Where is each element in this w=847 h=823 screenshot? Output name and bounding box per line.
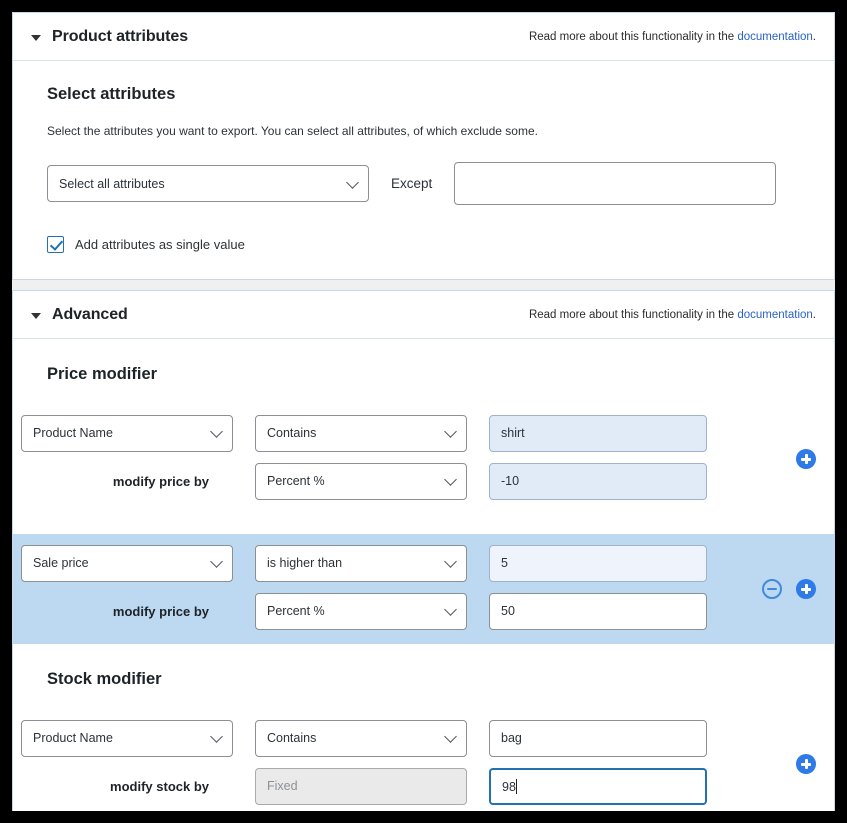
note-prefix: Read more about this functionality in th… xyxy=(528,31,738,43)
row-actions-3 xyxy=(796,754,816,774)
stock-modify-value-text: 98 xyxy=(502,779,516,794)
price-value-input-1[interactable] xyxy=(489,414,707,452)
note-suffix: . xyxy=(812,31,816,43)
modify-line: modify price by Percent % xyxy=(13,592,834,630)
text-cursor xyxy=(515,778,517,794)
checkbox-label: Add attributes as single value xyxy=(75,237,245,252)
page-viewport: Product attributes Read more about this … xyxy=(12,12,835,811)
field-select-wrap: Sale price xyxy=(21,544,233,582)
price-operator-select-1[interactable]: Contains xyxy=(255,414,467,452)
price-modify-type-select-2[interactable]: Percent % xyxy=(255,592,467,630)
modify-value-wrap xyxy=(489,592,707,630)
price-value-input-2[interactable] xyxy=(489,544,707,582)
value-input-wrap xyxy=(489,719,707,757)
panel-advanced: Advanced Read more about this functional… xyxy=(12,290,835,811)
documentation-link[interactable]: documentation xyxy=(737,31,812,43)
modify-value-wrap xyxy=(489,462,707,500)
condition-line: Product Name Contains xyxy=(13,719,834,757)
modify-price-label-1: modify price by xyxy=(112,473,209,489)
panel-header-product-attributes[interactable]: Product attributes Read more about this … xyxy=(13,13,834,61)
modify-stock-label-1: modify stock by xyxy=(110,778,209,794)
note-suffix: . xyxy=(812,309,816,321)
chevron-down-icon[interactable] xyxy=(31,313,41,319)
price-field-select-1[interactable]: Product Name xyxy=(21,414,233,452)
panel-body-advanced: Price modifier Product Name Contains shi… xyxy=(13,339,834,811)
panel-documentation-note: Read more about this functionality in th… xyxy=(529,309,816,321)
stock-value-input-1[interactable] xyxy=(489,719,707,757)
section-heading-price-modifier: Price modifier xyxy=(47,365,158,383)
modify-type-select-wrap: Percent % xyxy=(255,592,467,630)
plus-circle-icon[interactable] xyxy=(796,579,816,599)
note-prefix: Read more about this functionality in th… xyxy=(528,309,738,321)
value-input-wrap xyxy=(489,544,707,582)
stock-field-select-1[interactable]: Product Name xyxy=(21,719,233,757)
stock-operator-select-1[interactable]: Contains xyxy=(255,719,467,757)
panel-header-left: Advanced xyxy=(31,306,128,324)
field-select-wrap: Product Name xyxy=(21,719,233,757)
stock-modify-type-select-1[interactable]: Fixed xyxy=(255,767,467,805)
check-icon[interactable] xyxy=(47,236,64,253)
select-all-attributes-wrap: Select all attributes xyxy=(47,165,369,202)
row-actions-1 xyxy=(796,449,816,469)
price-field-select-2[interactable]: Sale price xyxy=(21,544,233,582)
panel-title: Advanced xyxy=(52,306,128,323)
except-label: Except xyxy=(391,176,433,191)
documentation-link[interactable]: documentation xyxy=(737,309,812,321)
plus-circle-icon[interactable] xyxy=(796,449,816,469)
field-select-wrap: Product Name xyxy=(21,414,233,452)
add-attributes-single-value-row[interactable]: Add attributes as single value xyxy=(47,236,800,253)
section-description: Select the attributes you want to export… xyxy=(47,124,538,138)
minus-circle-icon[interactable] xyxy=(762,579,782,599)
price-modifier-row-1: Product Name Contains shirt modify price… xyxy=(13,404,834,514)
modify-price-label-2: modify price by xyxy=(112,603,209,619)
stock-modify-value-input-1[interactable]: 98 xyxy=(489,767,707,805)
price-modify-type-select-1[interactable]: Percent % xyxy=(255,462,467,500)
condition-line: Sale price is higher than xyxy=(13,544,834,582)
plus-circle-icon[interactable] xyxy=(796,754,816,774)
panel-product-attributes: Product attributes Read more about this … xyxy=(12,12,835,280)
price-modify-value-input-2[interactable] xyxy=(489,592,707,630)
modify-line: modify stock by Fixed 98 xyxy=(13,767,834,805)
row-actions-2 xyxy=(762,579,816,599)
modify-type-select-wrap: Fixed xyxy=(255,767,467,805)
operator-select-wrap: Contains xyxy=(255,414,467,452)
panel-documentation-note: Read more about this functionality in th… xyxy=(529,31,816,43)
modify-value-wrap: 98 xyxy=(489,767,707,805)
panel-header-left: Product attributes xyxy=(31,28,188,46)
section-heading-select-attributes: Select attributes xyxy=(47,85,176,103)
operator-select-wrap: Contains xyxy=(255,719,467,757)
chevron-down-icon[interactable] xyxy=(31,35,41,41)
panel-body-product-attributes: Select attributes Select the attributes … xyxy=(13,61,834,279)
panel-title: Product attributes xyxy=(52,28,188,45)
price-modify-value-input-1[interactable] xyxy=(489,462,707,500)
screenshot-frame: Product attributes Read more about this … xyxy=(0,0,847,823)
modify-line: modify price by Percent % xyxy=(13,462,834,500)
operator-select-wrap: is higher than xyxy=(255,544,467,582)
section-heading-stock-modifier: Stock modifier xyxy=(47,670,162,688)
stock-modifier-row-1: Product Name Contains bag modify stock b… xyxy=(13,709,834,811)
condition-line: Product Name Contains xyxy=(13,414,834,452)
value-input-wrap xyxy=(489,414,707,452)
except-input[interactable] xyxy=(454,162,777,205)
price-modifier-row-2: Sale price is higher than 5 modify price… xyxy=(13,534,834,644)
select-all-attributes[interactable]: Select all attributes xyxy=(47,165,369,202)
panel-header-advanced[interactable]: Advanced Read more about this functional… xyxy=(13,291,834,339)
price-operator-select-2[interactable]: is higher than xyxy=(255,544,467,582)
attributes-field-row: Select all attributes Except xyxy=(47,162,800,205)
modify-type-select-wrap: Percent % xyxy=(255,462,467,500)
